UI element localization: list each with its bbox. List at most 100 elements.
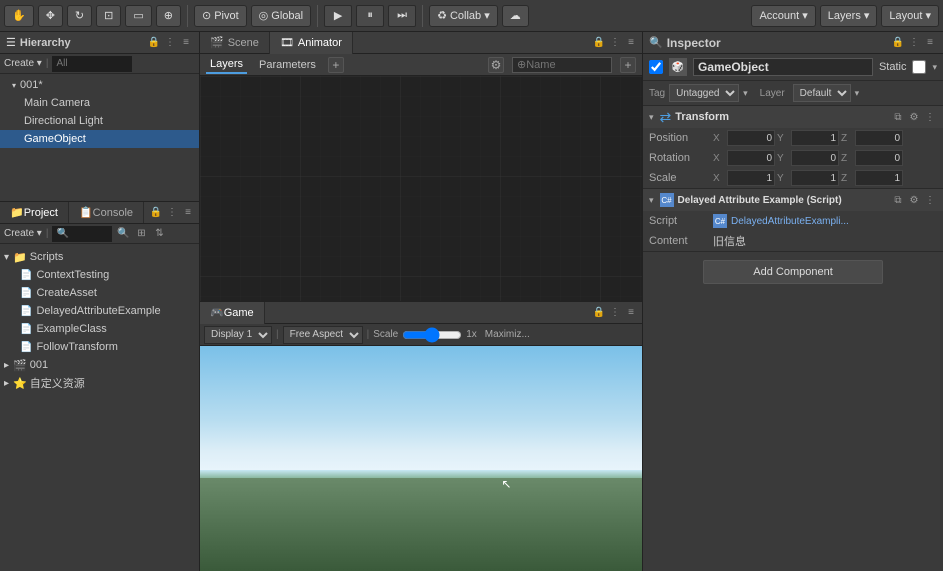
project-menu-icon[interactable]: ⋮ — [165, 206, 179, 220]
separator-1 — [187, 5, 188, 27]
game-lock-icon[interactable]: 🔒 — [592, 306, 606, 320]
project-search-icon[interactable]: 🔍 — [116, 227, 130, 241]
pivot-button[interactable]: ⊙ Pivot — [194, 5, 247, 27]
transform-copy-icon[interactable]: ⧉ — [891, 110, 905, 124]
tree-item-createasset[interactable]: 📄 CreateAsset — [0, 284, 199, 302]
tab-console-icon: 📋 — [79, 206, 93, 219]
game-more-icon[interactable]: ≡ — [624, 306, 638, 320]
layout-button[interactable]: Layout ▾ — [881, 5, 939, 27]
folder-001-emoji: 🎬 — [13, 359, 27, 372]
tree-item-contexttesting[interactable]: 📄 ContextTesting — [0, 266, 199, 284]
collab-button[interactable]: ♻ Collab ▾ — [429, 5, 498, 27]
position-z-input[interactable]: 0 — [855, 130, 903, 146]
gameobject-name-input[interactable] — [693, 58, 873, 76]
hierarchy-item-directionallight[interactable]: Directional Light — [0, 112, 199, 130]
hierarchy-item-maincamera[interactable]: Main Camera — [0, 94, 199, 112]
rotation-y-input[interactable]: 0 — [791, 150, 839, 166]
animator-auto-btn[interactable]: ⚙ — [488, 57, 504, 73]
project-more-icon[interactable]: ≡ — [181, 206, 195, 220]
scale-tool-button[interactable]: ⊡ — [96, 5, 121, 27]
hierarchy-item-gameobject[interactable]: GameObject — [0, 130, 199, 148]
scale-z-input[interactable]: 1 — [855, 170, 903, 186]
position-y-input[interactable]: 1 — [791, 130, 839, 146]
animator-layers-tab[interactable]: Layers — [206, 56, 247, 74]
hierarchy-root-item[interactable]: ▾ 001* — [0, 76, 199, 94]
static-checkbox[interactable] — [912, 60, 926, 74]
script-file-icon: C# — [713, 214, 727, 228]
rotation-x-input[interactable]: 0 — [727, 150, 775, 166]
scale-y-input[interactable]: 1 — [791, 170, 839, 186]
animator-grid[interactable] — [200, 76, 642, 301]
display-select[interactable]: Display 1 — [204, 326, 272, 344]
play-button[interactable]: ▶ — [324, 5, 352, 27]
static-arrow-icon[interactable]: ▾ — [932, 62, 937, 73]
rect-tool-button[interactable]: ▭ — [125, 5, 151, 27]
scale-x-input[interactable]: 1 — [727, 170, 775, 186]
tag-select[interactable]: Untagged — [669, 84, 739, 102]
inspector-lock-icon[interactable]: 🔒 — [891, 36, 905, 50]
position-x-input[interactable]: 0 — [727, 130, 775, 146]
account-button[interactable]: Account ▾ — [751, 5, 815, 27]
animator-toolbar: Layers Parameters + ⚙ + — [200, 54, 642, 76]
layer-select[interactable]: Default — [793, 84, 851, 102]
scene-more-icon[interactable]: ≡ — [624, 36, 638, 50]
rotation-z-input[interactable]: 0 — [855, 150, 903, 166]
tree-item-followtransform[interactable]: 📄 FollowTransform — [0, 338, 199, 356]
position-row: Position X 0 Y 1 Z 0 — [643, 128, 943, 148]
script-icon-4: 📄 — [20, 324, 32, 335]
folder-scripts[interactable]: ▾ 📁 Scripts — [0, 248, 199, 266]
animator-add-button[interactable]: + — [328, 57, 344, 73]
hierarchy-menu-icon[interactable]: ⋮ — [163, 36, 177, 50]
tab-console[interactable]: 📋 Console — [69, 202, 144, 223]
inspector-menu-icon[interactable]: ⋮ — [907, 36, 921, 50]
folder-custom[interactable]: ▸ ⭐ 自定义资源 — [0, 374, 199, 392]
move-tool-button[interactable]: ✥ — [38, 5, 63, 27]
gameobject-active-checkbox[interactable] — [649, 60, 663, 74]
pause-button[interactable]: ⏸ — [356, 5, 384, 27]
hierarchy-more-icon[interactable]: ≡ — [179, 36, 193, 50]
tab-project[interactable]: 📁 Project — [0, 202, 69, 223]
aspect-select[interactable]: Free Aspect — [283, 326, 363, 344]
scale-slider[interactable] — [402, 329, 462, 341]
inspector-more-icon[interactable]: ≡ — [923, 36, 937, 50]
middle-panel: 🎬 Scene 🎞 Animator 🔒 ⋮ ≡ Layers Paramete… — [200, 32, 643, 571]
animator-parameters-tab[interactable]: Parameters — [255, 57, 320, 73]
transform-settings-icon[interactable]: ⚙ — [907, 110, 921, 124]
transform-tool-button[interactable]: ⊕ — [156, 5, 181, 27]
project-search-input[interactable] — [52, 226, 112, 242]
hierarchy-search-input[interactable] — [52, 56, 132, 72]
hierarchy-lock-icon[interactable]: 🔒 — [147, 36, 161, 50]
global-button[interactable]: ◎ Global — [251, 5, 311, 27]
animator-name-input[interactable] — [512, 57, 612, 73]
tree-item-delayedattribute[interactable]: 📄 DelayedAttributeExample — [0, 302, 199, 320]
scene-lock-icon[interactable]: 🔒 — [592, 36, 606, 50]
folder-001[interactable]: ▸ 🎬 001 — [0, 356, 199, 374]
inspector-panel: 🔍 Inspector 🔒 ⋮ ≡ 🎲 Static ▾ Tag Untagge… — [643, 32, 943, 571]
add-component-button[interactable]: Add Component — [703, 260, 883, 284]
game-menu-icon[interactable]: ⋮ — [608, 306, 622, 320]
script-component-header[interactable]: ▾ C# Delayed Attribute Example (Script) … — [643, 189, 943, 211]
hand-tool-button[interactable]: ✋ — [4, 5, 34, 27]
scene-panel-actions: 🔒 ⋮ ≡ — [592, 36, 642, 50]
project-sort-icon[interactable]: ⇅ — [152, 227, 166, 241]
project-create-button[interactable]: Create ▾ — [4, 228, 42, 239]
step-button[interactable]: ⏭ — [388, 5, 416, 27]
hierarchy-create-button[interactable]: Create ▾ — [4, 58, 42, 69]
script-menu-icon[interactable]: ⋮ — [923, 193, 937, 207]
tree-item-exampleclass[interactable]: 📄 ExampleClass — [0, 320, 199, 338]
tab-game[interactable]: 🎮 Game — [200, 302, 265, 324]
script-settings-icon[interactable]: ⚙ — [907, 193, 921, 207]
script-copy-icon[interactable]: ⧉ — [891, 193, 905, 207]
inspector-header: 🔍 Inspector 🔒 ⋮ ≡ — [643, 32, 943, 54]
cloud-button[interactable]: ☁ — [502, 5, 529, 27]
tab-scene[interactable]: 🎬 Scene — [200, 32, 270, 54]
scene-menu-icon[interactable]: ⋮ — [608, 36, 622, 50]
project-lock-icon[interactable]: 🔒 — [149, 206, 163, 220]
animator-name-add-btn[interactable]: + — [620, 57, 636, 73]
transform-header[interactable]: ▾ ⇄ Transform ⧉ ⚙ ⋮ — [643, 106, 943, 128]
project-filter-icon[interactable]: ⊞ — [134, 227, 148, 241]
rotate-tool-button[interactable]: ↻ — [67, 5, 92, 27]
tab-animator[interactable]: 🎞 Animator — [270, 32, 353, 54]
transform-menu-icon[interactable]: ⋮ — [923, 110, 937, 124]
layers-button[interactable]: Layers ▾ — [820, 5, 878, 27]
